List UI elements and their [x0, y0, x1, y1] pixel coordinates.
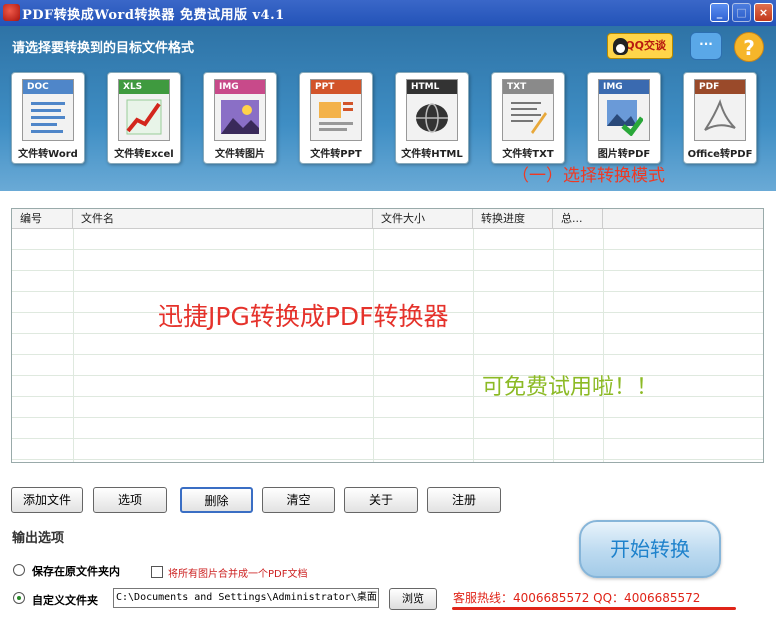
- landscape-icon: [221, 100, 259, 134]
- add-file-button[interactable]: 添加文件: [11, 487, 83, 513]
- register-button[interactable]: 注册: [427, 487, 501, 513]
- mode-tag: IMG: [599, 80, 649, 94]
- mode-tag: PPT: [311, 80, 361, 94]
- save-original-label: 保存在原文件夹内: [32, 565, 120, 578]
- promo-subtitle: 可免费试用啦！！: [482, 375, 659, 400]
- mode-image-to-pdf[interactable]: IMG 图片转PDF: [587, 72, 661, 164]
- file-list[interactable]: 编号 文件名 文件大小 转换进度 总... 迅捷JPG转换成PDF转换器 可免费…: [11, 208, 764, 463]
- presentation-icon: [319, 102, 353, 131]
- maximize-button[interactable]: □: [732, 3, 751, 22]
- text-pencil-icon: [511, 102, 547, 134]
- mode-to-excel[interactable]: XLS 文件转Excel: [107, 72, 181, 164]
- chart-trend-icon: [126, 99, 162, 135]
- mode-office-to-pdf[interactable]: PDF Office转PDF: [683, 72, 757, 164]
- table-row: [12, 229, 763, 250]
- word-doc-icon: DOC: [22, 79, 74, 141]
- column-header-filename[interactable]: 文件名: [73, 209, 373, 229]
- office-pdf-doc-icon: PDF: [694, 79, 746, 141]
- qq-chat-button[interactable]: QQ交谈: [607, 33, 673, 59]
- mode-to-word[interactable]: DOC 文件转Word: [11, 72, 85, 164]
- html-doc-icon: HTML: [406, 79, 458, 141]
- output-options-title: 输出选项: [12, 531, 65, 546]
- mode-label: 文件转Excel: [114, 149, 174, 160]
- ppt-doc-icon: PPT: [310, 79, 362, 141]
- app-icon: [3, 4, 20, 21]
- custom-folder-label: 自定义文件夹: [32, 594, 98, 607]
- minimize-button[interactable]: _: [710, 3, 729, 22]
- acrobat-icon: [704, 99, 736, 131]
- image-pdf-doc-icon: IMG: [598, 79, 650, 141]
- about-button[interactable]: 关于: [344, 487, 418, 513]
- column-header-progress[interactable]: 转换进度: [473, 209, 553, 229]
- qq-chat-label: QQ交谈: [625, 39, 666, 52]
- image-doc-icon: IMG: [214, 79, 266, 141]
- table-row: [12, 250, 763, 271]
- document-lines-icon: [31, 102, 65, 133]
- mode-tag: HTML: [407, 80, 457, 94]
- merge-images-label: 将所有图片合并成一个PDF文档: [168, 569, 308, 580]
- merge-images-checkbox[interactable]: [151, 566, 163, 578]
- bottom-panel: 添加文件 选项 删除 清空 关于 注册 输出选项 保存在原文件夹内 将所有图片合…: [0, 470, 776, 623]
- image-check-icon: [607, 100, 643, 136]
- column-divider: [603, 229, 604, 462]
- mode-label: 文件转TXT: [502, 149, 554, 160]
- mode-tag: DOC: [23, 80, 73, 94]
- delete-button[interactable]: 删除: [180, 487, 253, 513]
- mode-label: 文件转PPT: [310, 149, 362, 160]
- output-path-field[interactable]: C:\Documents and Settings\Administrator\…: [113, 588, 379, 608]
- column-divider: [73, 229, 74, 462]
- mode-label: 文件转HTML: [401, 149, 463, 160]
- mode-to-html[interactable]: HTML 文件转HTML: [395, 72, 469, 164]
- mode-to-txt[interactable]: TXT 文件转TXT: [491, 72, 565, 164]
- window-title: PDF转换成Word转换器 免费试用版 v4.1: [22, 8, 285, 23]
- column-header-size[interactable]: 文件大小: [373, 209, 473, 229]
- mode-to-image[interactable]: IMG 文件转图片: [203, 72, 277, 164]
- message-button[interactable]: ···: [690, 32, 722, 60]
- column-header-index[interactable]: 编号: [12, 209, 73, 229]
- mode-label: 图片转PDF: [597, 149, 651, 160]
- mode-tag: TXT: [503, 80, 553, 94]
- column-divider: [373, 229, 374, 462]
- mode-label: 文件转图片: [215, 149, 265, 160]
- mode-to-ppt[interactable]: PPT 文件转PPT: [299, 72, 373, 164]
- options-button[interactable]: 选项: [93, 487, 167, 513]
- table-row: [12, 271, 763, 292]
- help-button[interactable]: ?: [734, 32, 764, 62]
- promo-title: 迅捷JPG转换成PDF转换器: [158, 302, 449, 331]
- hotline-underline: [452, 607, 736, 610]
- mode-tag: PDF: [695, 80, 745, 94]
- save-original-radio[interactable]: [13, 564, 25, 576]
- mode-label: Office转PDF: [687, 149, 753, 160]
- browse-button[interactable]: 浏览: [389, 588, 437, 610]
- mode-heading: 请选择要转换到的目标文件格式: [12, 41, 195, 56]
- mode-hint: （一）选择转换模式: [512, 166, 665, 186]
- clear-button[interactable]: 清空: [262, 487, 335, 513]
- globe-icon: [416, 103, 448, 133]
- qq-penguin-icon: [613, 38, 628, 55]
- table-row: [12, 418, 763, 439]
- table-row: [12, 334, 763, 355]
- txt-doc-icon: TXT: [502, 79, 554, 141]
- title-bar: PDF转换成Word转换器 免费试用版 v4.1 _ □ ×: [0, 0, 776, 26]
- column-header-total[interactable]: 总...: [553, 209, 603, 229]
- custom-folder-radio[interactable]: [13, 592, 25, 604]
- column-divider: [473, 229, 474, 462]
- close-button[interactable]: ×: [754, 3, 773, 22]
- excel-doc-icon: XLS: [118, 79, 170, 141]
- start-convert-button[interactable]: 开始转换: [579, 520, 721, 578]
- mode-panel: 请选择要转换到的目标文件格式 QQ交谈 ··· ? DOC 文件转Word XL…: [0, 26, 776, 191]
- file-list-header: 编号 文件名 文件大小 转换进度 总...: [12, 209, 763, 229]
- mode-label: 文件转Word: [18, 149, 78, 160]
- column-divider: [553, 229, 554, 462]
- mode-tag: IMG: [215, 80, 265, 94]
- table-row: [12, 439, 763, 460]
- support-hotline: 客服热线：4006685572 QQ：4006685572: [453, 591, 701, 605]
- mode-tag: XLS: [119, 80, 169, 94]
